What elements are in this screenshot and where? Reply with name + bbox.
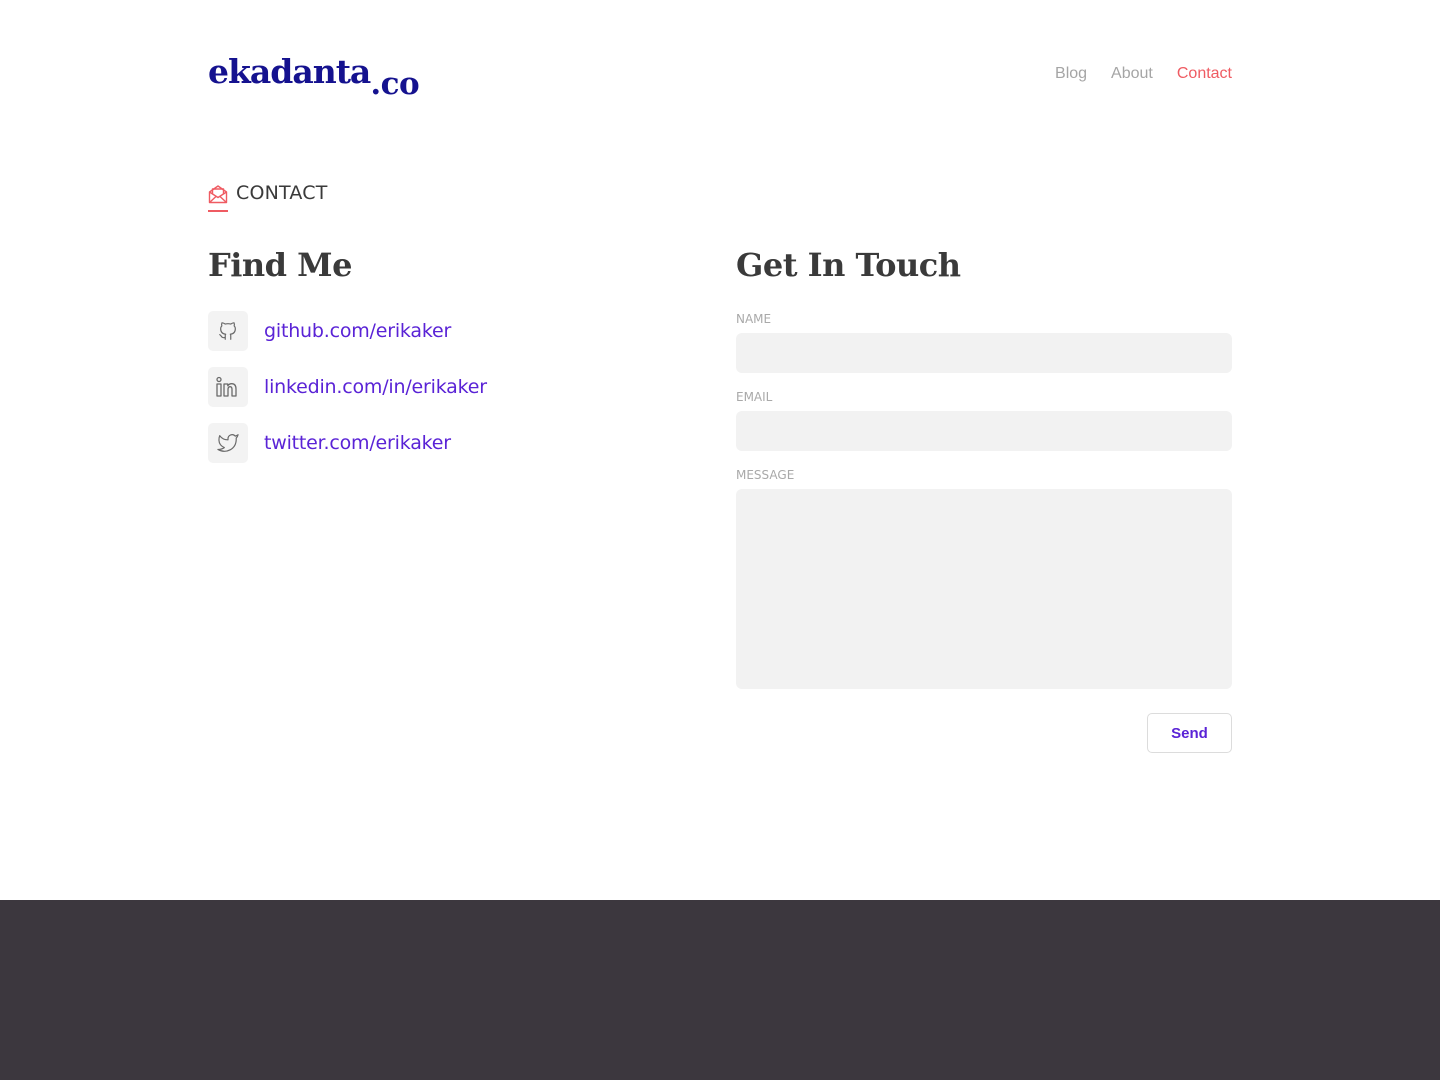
section-label: CONTACT	[208, 180, 328, 214]
name-label: NAME	[736, 312, 772, 326]
find-me-title: Find Me	[208, 246, 352, 284]
github-link[interactable]: github.com/erikaker	[264, 320, 451, 342]
email-label: EMAIL	[736, 390, 773, 404]
linkedin-link[interactable]: linkedin.com/in/erikaker	[264, 376, 487, 398]
nav-blog[interactable]: Blog	[1055, 65, 1087, 83]
social-link-twitter: twitter.com/erikaker	[208, 423, 487, 463]
send-button[interactable]: Send	[1147, 713, 1232, 753]
nav-about[interactable]: About	[1111, 65, 1153, 83]
github-icon	[208, 311, 248, 351]
message-field[interactable]	[736, 489, 1232, 689]
twitter-link[interactable]: twitter.com/erikaker	[264, 432, 451, 454]
linkedin-icon	[208, 367, 248, 407]
twitter-icon	[208, 423, 248, 463]
site-header: ekadanta.co Blog About Contact	[208, 52, 1232, 102]
logo[interactable]: ekadanta.co	[208, 52, 420, 102]
social-links: github.com/erikaker linkedin.com/in/erik…	[208, 311, 487, 479]
section-label-underline	[208, 210, 228, 212]
email-field[interactable]	[736, 411, 1232, 451]
contact-form: NAME EMAIL MESSAGE Send	[736, 312, 1232, 753]
envelope-open-icon	[208, 180, 228, 212]
social-link-linkedin: linkedin.com/in/erikaker	[208, 367, 487, 407]
section-label-text: CONTACT	[236, 182, 328, 204]
name-field[interactable]	[736, 333, 1232, 373]
nav-contact[interactable]: Contact	[1177, 65, 1232, 83]
main-nav: Blog About Contact	[1055, 65, 1232, 83]
logo-tld: .co	[370, 66, 420, 102]
social-link-github: github.com/erikaker	[208, 311, 487, 351]
message-label: MESSAGE	[736, 468, 795, 482]
get-in-touch-title: Get In Touch	[736, 246, 961, 284]
site-footer	[0, 900, 1440, 1080]
logo-main: ekadanta	[208, 52, 371, 91]
